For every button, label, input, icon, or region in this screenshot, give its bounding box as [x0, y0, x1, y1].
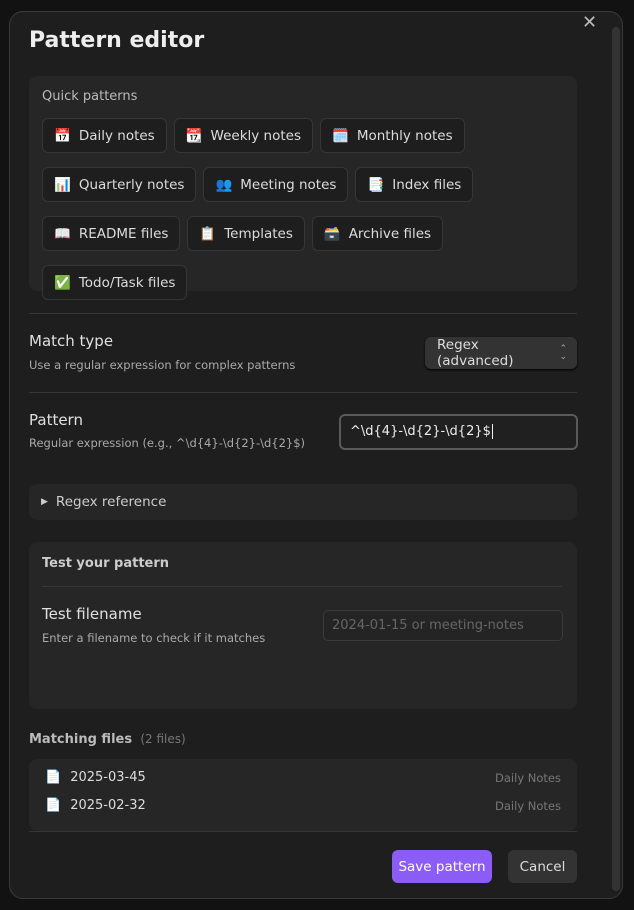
- regex-reference-toggle[interactable]: ▶ Regex reference: [29, 484, 577, 520]
- file-row[interactable]: 📄 2025-02-32 Daily Notes: [45, 798, 561, 813]
- triangle-right-icon: ▶: [41, 497, 48, 507]
- pattern-emoji-icon: 📊: [54, 176, 71, 193]
- pattern-label: Pattern: [29, 411, 83, 429]
- pattern-editor-modal: ✕ Pattern editor Quick patterns 📅 Daily n…: [9, 11, 623, 899]
- pattern-emoji-icon: 🗃️: [323, 225, 341, 242]
- test-pattern-panel: Test your pattern Test filename Enter a …: [29, 542, 577, 709]
- chip-label: Archive files: [348, 225, 432, 242]
- scrollbar[interactable]: [612, 27, 620, 891]
- chip-label: Weekly notes: [210, 127, 301, 144]
- match-type-description: Use a regular expression for complex pat…: [29, 358, 296, 372]
- quick-patterns-panel: Quick patterns 📅 Daily notes 📆 Weekly notes…: [29, 76, 577, 300]
- pattern-emoji-icon: 🗓️: [332, 127, 349, 144]
- match-type-value: Regex (advanced): [437, 337, 514, 369]
- close-icon[interactable]: ✕: [582, 12, 597, 33]
- quick-pattern-weekly-notes[interactable]: 📆 Weekly notes: [173, 118, 313, 153]
- file-name: 2025-02-32: [70, 798, 146, 813]
- file-row[interactable]: 📄 2025-03-45 Daily Notes: [45, 770, 561, 785]
- quick-pattern-quarterly-notes[interactable]: 📊 Quarterly notes: [42, 167, 197, 202]
- pattern-emoji-icon: 👥: [215, 176, 233, 193]
- pattern-description: Regular expression (e.g., ^\d{4}-\d{2}-\…: [29, 436, 306, 450]
- chip-label: README files: [78, 225, 169, 242]
- regex-reference-label: Regex reference: [55, 494, 167, 510]
- cancel-button[interactable]: Cancel: [508, 850, 577, 883]
- quick-pattern-index-files[interactable]: 📑 Index files: [355, 167, 474, 202]
- matching-files-count: (2 files): [140, 732, 186, 746]
- file-icon: 📄: [45, 798, 62, 813]
- test-filename-label: Test filename: [42, 605, 142, 623]
- file-icon: 📄: [45, 770, 62, 785]
- pattern-emoji-icon: 📑: [367, 176, 385, 193]
- chevron-updown-icon: ⌃ ⌄: [559, 344, 567, 362]
- chip-label: Templates: [224, 225, 293, 242]
- pattern-value: ^\d{4}-\d{2}-\d{2}$: [350, 424, 491, 439]
- divider: [29, 392, 577, 393]
- pattern-emoji-icon: ✅: [54, 274, 71, 291]
- chip-label: Index files: [392, 176, 462, 193]
- quick-pattern-meeting-notes[interactable]: 👥 Meeting notes: [203, 167, 349, 202]
- chip-label: Todo/Task files: [78, 274, 176, 291]
- file-folder: Daily Notes: [495, 770, 561, 785]
- divider: [42, 586, 562, 587]
- chip-label: Daily notes: [78, 127, 155, 144]
- quick-patterns-title: Quick patterns: [42, 89, 138, 104]
- test-filename-input[interactable]: 2024-01-15 or meeting-notes: [323, 610, 563, 641]
- matching-files-list: 📄 2025-03-45 Daily Notes 📄 2025-02-32 Daily …: [29, 759, 577, 831]
- pattern-emoji-icon: 📋: [199, 225, 217, 242]
- divider: [29, 831, 577, 832]
- pattern-input[interactable]: ^\d{4}-\d{2}-\d{2}$: [339, 414, 578, 450]
- chip-label: Quarterly notes: [78, 176, 185, 193]
- chip-label: Meeting notes: [240, 176, 337, 193]
- pattern-emoji-icon: 📖: [54, 225, 71, 242]
- file-name: 2025-03-45: [70, 770, 146, 785]
- test-title: Test your pattern: [42, 556, 170, 571]
- divider: [29, 313, 577, 314]
- match-type-select[interactable]: Regex (advanced) ⌃ ⌄: [425, 337, 577, 369]
- file-folder: Daily Notes: [495, 798, 561, 813]
- matching-files-label: Matching files: [29, 732, 133, 747]
- test-filename-description: Enter a filename to check if it matches: [42, 631, 266, 645]
- matching-files-header: Matching files (2 files): [29, 732, 186, 747]
- quick-pattern-todo-task-files[interactable]: ✅ Todo/Task files: [42, 265, 188, 300]
- quick-pattern-daily-notes[interactable]: 📅 Daily notes: [42, 118, 167, 153]
- quick-pattern-readme-files[interactable]: 📖 README files: [42, 216, 181, 251]
- save-pattern-button[interactable]: Save pattern: [392, 850, 492, 883]
- pattern-emoji-icon: 📆: [185, 127, 203, 144]
- quick-pattern-templates[interactable]: 📋 Templates: [187, 216, 305, 251]
- quick-pattern-monthly-notes[interactable]: 🗓️ Monthly notes: [320, 118, 465, 153]
- quick-pattern-archive-files[interactable]: 🗃️ Archive files: [311, 216, 444, 251]
- test-filename-placeholder: 2024-01-15 or meeting-notes: [332, 618, 524, 633]
- pattern-emoji-icon: 📅: [54, 127, 71, 144]
- match-type-label: Match type: [29, 332, 114, 350]
- chip-label: Monthly notes: [356, 127, 453, 144]
- modal-title: Pattern editor: [29, 28, 205, 53]
